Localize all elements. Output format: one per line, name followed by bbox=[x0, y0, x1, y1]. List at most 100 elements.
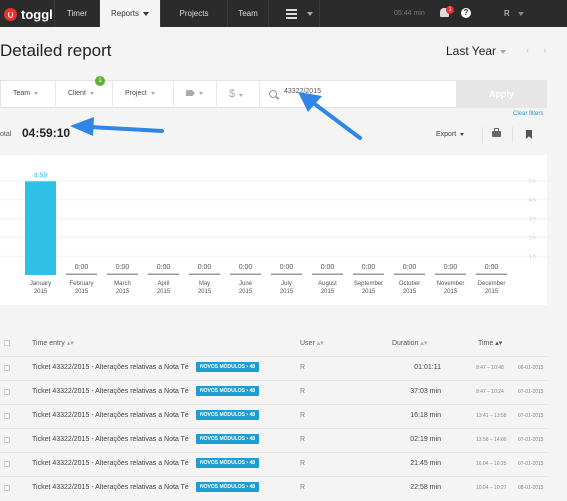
chevron-down-icon bbox=[500, 49, 507, 54]
select-all-checkbox[interactable] bbox=[4, 340, 10, 346]
project-tag[interactable]: NOVOS MÓDULOS • 48 bbox=[196, 386, 260, 396]
entry-date: 06-01-2015 bbox=[518, 365, 544, 371]
row-checkbox[interactable] bbox=[4, 389, 10, 395]
table-header: Time entry ▴▾ User ▴▾ Duration ▴▾ Time ▴… bbox=[0, 335, 547, 353]
entry-description[interactable]: Ticket 43322/2015 - Alterações relativas… bbox=[32, 436, 189, 443]
entry-duration: 01:01:11 bbox=[414, 364, 441, 371]
bar-value-label: 0:00 bbox=[403, 264, 417, 271]
bar-value-label: 0:00 bbox=[198, 264, 212, 271]
row-checkbox[interactable] bbox=[4, 485, 10, 491]
period-nav-arrows[interactable]: ‹ › bbox=[526, 45, 553, 55]
entry-duration: 02:19 min bbox=[410, 436, 441, 443]
menu-button[interactable] bbox=[268, 0, 320, 27]
table-row[interactable]: Ticket 43322/2015 - Alterações relativas… bbox=[0, 428, 547, 451]
row-checkbox[interactable] bbox=[4, 365, 10, 371]
entry-description[interactable]: Ticket 43322/2015 - Alterações relativas… bbox=[32, 460, 189, 467]
table-row[interactable]: Ticket 43322/2015 - Alterações relativas… bbox=[0, 356, 547, 379]
row-checkbox[interactable] bbox=[4, 413, 10, 419]
table-row[interactable]: Ticket 43322/2015 - Alterações relativas… bbox=[0, 404, 547, 427]
project-tag[interactable]: NOVOS MÓDULOS • 48 bbox=[196, 434, 260, 444]
bookmark-icon[interactable] bbox=[526, 130, 532, 139]
entry-time-range: 9:47 – 10:48 bbox=[476, 365, 504, 371]
filter-client[interactable]: Client bbox=[56, 81, 113, 107]
entry-time-range: 16:04 – 16:25 bbox=[476, 461, 507, 467]
chevron-down-icon bbox=[239, 93, 244, 97]
filter-label: Project bbox=[125, 90, 147, 97]
toggl-logo[interactable]: toggl bbox=[4, 6, 53, 22]
project-tag[interactable]: NOVOS MÓDULOS • 48 bbox=[196, 410, 260, 420]
period-selector[interactable]: Last Year bbox=[446, 44, 507, 58]
bar-value-label: 0:00 bbox=[280, 264, 294, 271]
col-user[interactable]: User ▴▾ bbox=[300, 339, 324, 347]
tab-team[interactable]: Team bbox=[227, 0, 268, 27]
print-icon[interactable] bbox=[492, 128, 501, 137]
row-checkbox[interactable] bbox=[4, 437, 10, 443]
entry-duration: 16:18 min bbox=[410, 412, 441, 419]
tab-timer[interactable]: Timer bbox=[54, 0, 99, 27]
chart-bar[interactable] bbox=[394, 273, 425, 276]
tab-projects[interactable]: Projects bbox=[160, 0, 227, 27]
filter-project[interactable]: Project bbox=[113, 81, 174, 107]
help-icon[interactable]: ? bbox=[461, 8, 471, 18]
tab-label: Projects bbox=[179, 9, 209, 18]
bar-value-label: 0:00 bbox=[239, 264, 253, 271]
filter-billable[interactable]: $ bbox=[217, 81, 260, 107]
entry-date: 07-01-2015 bbox=[518, 413, 544, 419]
chart-bar[interactable] bbox=[353, 273, 384, 276]
x-tick-label: November 2015 bbox=[436, 281, 465, 295]
chart-bar[interactable] bbox=[107, 273, 138, 276]
chart-bar[interactable] bbox=[66, 273, 97, 276]
chevron-down-icon bbox=[460, 132, 465, 136]
entry-description[interactable]: Ticket 43322/2015 - Alterações relativas… bbox=[32, 412, 189, 419]
chart-bar[interactable] bbox=[25, 181, 56, 275]
chart-bar[interactable] bbox=[230, 273, 261, 276]
export-button[interactable]: Export bbox=[436, 131, 465, 138]
entry-date: 07-01-2015 bbox=[518, 461, 544, 467]
period-label: Last Year bbox=[446, 44, 497, 58]
filter-label: Team bbox=[13, 90, 31, 97]
chart-bar[interactable] bbox=[189, 273, 220, 276]
table-row[interactable]: Ticket 43322/2015 - Alterações relativas… bbox=[0, 452, 547, 475]
chart-bar[interactable] bbox=[312, 273, 343, 276]
user-menu[interactable]: R bbox=[504, 0, 524, 27]
clear-filters-link[interactable]: Clear filters bbox=[513, 111, 543, 117]
entry-user: R bbox=[300, 388, 306, 395]
apply-button[interactable]: Apply bbox=[456, 80, 547, 108]
col-time-entry[interactable]: Time entry ▴▾ bbox=[32, 339, 74, 347]
chart-bar[interactable] bbox=[435, 273, 466, 276]
entry-description[interactable]: Ticket 43322/2015 - Alterações relativas… bbox=[32, 364, 189, 371]
row-checkbox[interactable] bbox=[4, 461, 10, 467]
chart-bar[interactable] bbox=[476, 273, 507, 276]
col-label: Time entry bbox=[32, 340, 65, 347]
bar-value-label: 0:00 bbox=[116, 264, 130, 271]
x-tick-label: April 2015 bbox=[156, 281, 171, 295]
entry-duration: 22:58 min bbox=[410, 484, 441, 491]
entry-description[interactable]: Ticket 43322/2015 - Alterações relativas… bbox=[32, 388, 189, 395]
bar-value-label: 4:59 bbox=[34, 172, 48, 179]
entry-time-range: 13:58 – 14:00 bbox=[476, 437, 507, 443]
filter-team[interactable]: Team bbox=[1, 81, 56, 107]
project-tag[interactable]: NOVOS MÓDULOS • 48 bbox=[196, 362, 260, 372]
filter-tags[interactable] bbox=[174, 81, 217, 107]
table-row[interactable]: Ticket 43322/2015 - Alterações relativas… bbox=[0, 476, 547, 499]
project-tag[interactable]: NOVOS MÓDULOS • 48 bbox=[196, 482, 260, 492]
col-duration[interactable]: Duration ▴▾ bbox=[392, 339, 427, 347]
project-tag[interactable]: NOVOS MÓDULOS • 48 bbox=[196, 458, 260, 468]
bar-value-label: 0:00 bbox=[75, 264, 89, 271]
filter-label: Client bbox=[68, 90, 86, 97]
page-title: Detailed report bbox=[0, 41, 112, 60]
search-input[interactable]: 43322/2015 bbox=[284, 88, 321, 95]
entry-user: R bbox=[300, 412, 306, 419]
chart-bar[interactable] bbox=[271, 273, 302, 276]
col-label: User bbox=[300, 340, 315, 347]
entry-date: 07-01-2015 bbox=[518, 437, 544, 443]
entry-description[interactable]: Ticket 43322/2015 - Alterações relativas… bbox=[32, 484, 189, 491]
chart-bar[interactable] bbox=[148, 273, 179, 276]
tab-reports[interactable]: Reports bbox=[99, 0, 160, 27]
divider bbox=[512, 127, 513, 143]
entry-user: R bbox=[300, 436, 306, 443]
arrow-to-total bbox=[70, 117, 164, 136]
table-row[interactable]: Ticket 43322/2015 - Alterações relativas… bbox=[0, 380, 547, 403]
x-tick-label: January 2015 bbox=[29, 281, 52, 295]
col-time[interactable]: Time ▴▾ bbox=[478, 339, 502, 347]
